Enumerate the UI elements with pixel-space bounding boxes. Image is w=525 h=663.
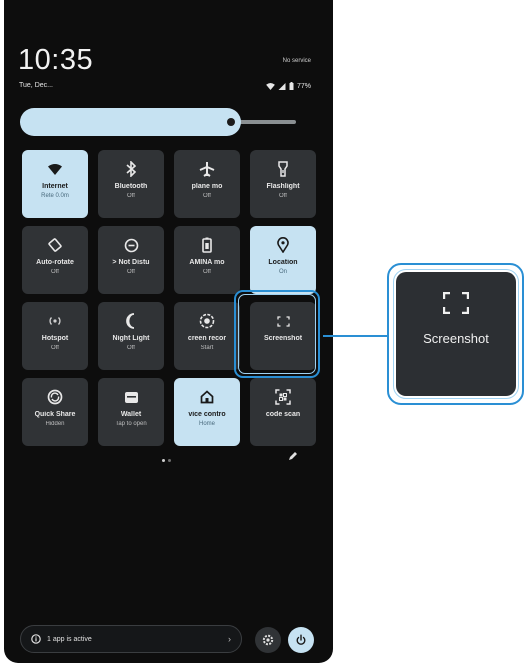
power-icon: [296, 634, 306, 645]
tile-wallet[interactable]: Wallet Tap to open: [98, 378, 164, 446]
screenshot-tile-highlight-inner: [238, 294, 316, 374]
active-apps-bar[interactable]: 1 app is active ›: [20, 625, 242, 653]
screen-record-icon: [174, 312, 240, 330]
screenshot-icon: [442, 291, 470, 315]
signal-icon: [278, 82, 286, 90]
zoom-callout-label: Screenshot: [423, 331, 489, 346]
tile-label: creen recor: [187, 335, 227, 342]
tile-label: > Not Distu: [112, 259, 150, 266]
zoom-callout-screenshot-tile: Screenshot: [393, 269, 519, 399]
tile-status: Off: [51, 345, 59, 351]
moon-icon: [98, 312, 164, 330]
power-button[interactable]: [288, 627, 314, 653]
tile-status: On: [278, 269, 287, 275]
date: Tue, Dec...: [19, 82, 53, 89]
tile-label: code scan: [265, 411, 301, 418]
tile-status: Start: [200, 345, 214, 351]
page-indicator: [162, 459, 171, 462]
tile-status: Home: [198, 421, 215, 427]
tile-label: vice contro: [188, 411, 226, 418]
flashlight-icon: [250, 160, 316, 178]
home-icon: [174, 388, 240, 406]
rotate-icon: [22, 236, 88, 254]
airplane-icon: [174, 160, 240, 178]
tile-quick-share[interactable]: Quick Share Hidden: [22, 378, 88, 446]
tile-status: Off: [279, 193, 287, 199]
tile-label: Location: [268, 259, 298, 266]
tile-status: Off: [127, 345, 135, 351]
wifi-status-icon: [266, 82, 275, 90]
tile-label: Wallet: [120, 411, 142, 418]
location-icon: [250, 236, 316, 254]
tile-label: Flashlight: [266, 183, 300, 190]
brightness-slider[interactable]: [20, 108, 241, 136]
tile-label: AMINA mo: [189, 259, 225, 266]
tile-label: Bluetooth: [114, 183, 148, 190]
tile-label: Auto-rotate: [36, 259, 74, 266]
quick-share-icon: [22, 388, 88, 406]
tile-status: Off: [203, 269, 211, 275]
tile-screen-record[interactable]: creen recor Start: [174, 302, 240, 370]
tile-label: Hotspot: [41, 335, 69, 342]
tile-flashlight[interactable]: Flashlight Off: [250, 150, 316, 218]
gear-icon: [262, 634, 274, 646]
wallet-icon: [98, 388, 164, 406]
battery-percent: 77%: [296, 82, 311, 90]
tile-status: Hidden: [45, 421, 65, 427]
tile-do-not-disturb[interactable]: > Not Distu Off: [98, 226, 164, 294]
tile-home[interactable]: vice contro Home: [174, 378, 240, 446]
tile-label: plane mo: [191, 183, 223, 190]
bluetooth-icon: [98, 160, 164, 178]
battery-icon: [289, 82, 294, 90]
page-dot: [168, 459, 171, 462]
tile-label: Night Light: [112, 335, 150, 342]
tile-status: Tap to open: [115, 421, 147, 427]
tile-wifi[interactable]: Internet Rete 0.0m: [22, 150, 88, 218]
tile-hotspot[interactable]: Hotspot Off: [22, 302, 88, 370]
tile-label: Internet: [42, 183, 68, 190]
tile-moon[interactable]: Night Light Off: [98, 302, 164, 370]
info-icon: [31, 634, 41, 644]
tile-status: Off: [203, 193, 211, 199]
clock: 10:35: [18, 44, 94, 76]
brightness-knob[interactable]: [227, 118, 235, 126]
battery-saver-icon: [174, 236, 240, 254]
tile-location[interactable]: Location On: [250, 226, 316, 294]
tile-status: Rete 0.0m: [41, 193, 69, 199]
tile-status: Off: [51, 269, 59, 275]
tile-rotate[interactable]: Auto-rotate Off: [22, 226, 88, 294]
chevron-right-icon: ›: [228, 634, 231, 644]
edit-pencil-icon[interactable]: [288, 451, 298, 461]
settings-button[interactable]: [255, 627, 281, 653]
tile-status: Off: [127, 193, 135, 199]
qr-scan-icon: [250, 388, 316, 406]
callout-connector: [323, 335, 391, 337]
carrier-status: No service: [282, 58, 311, 64]
active-apps-text: 1 app is active: [47, 635, 92, 643]
status-icons: 77%: [266, 82, 311, 90]
hotspot-icon: [22, 312, 88, 330]
tile-status: Off: [127, 269, 135, 275]
tile-bluetooth[interactable]: Bluetooth Off: [98, 150, 164, 218]
page-dot-active: [162, 459, 165, 462]
tile-airplane[interactable]: plane mo Off: [174, 150, 240, 218]
tile-label: Quick Share: [34, 411, 76, 418]
do-not-disturb-icon: [98, 236, 164, 254]
wifi-icon: [22, 160, 88, 178]
tile-qr-scan[interactable]: code scan: [250, 378, 316, 446]
tile-battery-saver[interactable]: AMINA mo Off: [174, 226, 240, 294]
